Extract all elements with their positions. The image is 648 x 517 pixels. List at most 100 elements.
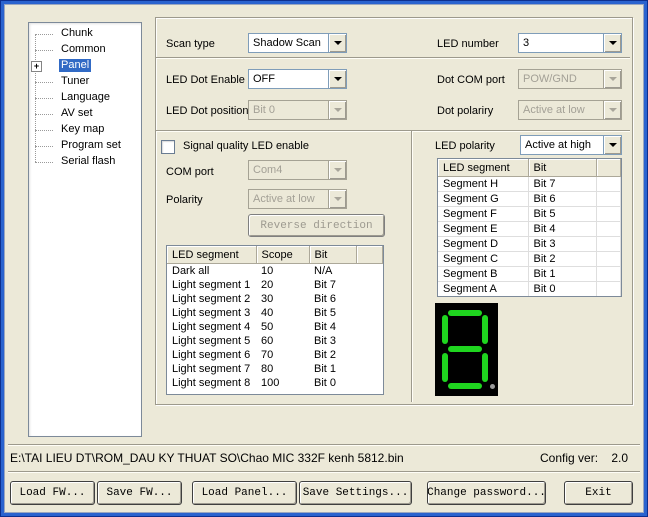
cell-bit: Bit 5 <box>314 307 337 319</box>
column-header: LED segment <box>438 159 529 177</box>
table-row[interactable]: Light segment 2 30 Bit 6 <box>167 292 383 306</box>
led-dot-enable-label: LED Dot Enable <box>166 74 245 86</box>
cell-segment: Dark all <box>172 265 210 277</box>
table-row[interactable]: Dark all 10 N/A <box>167 264 383 279</box>
cell-segment: Light segment 6 <box>172 349 251 361</box>
section-divider <box>411 131 413 402</box>
dot-polarity-label: Dot polariry <box>437 105 494 117</box>
cell-bit: Bit 6 <box>528 191 597 207</box>
cell-scope: 100 <box>261 377 280 389</box>
segment-e <box>442 353 448 382</box>
cell-segment: Segment C <box>438 251 529 267</box>
cell-segment: Segment D <box>438 236 529 252</box>
tree-item-common[interactable]: Common <box>59 43 108 56</box>
tree-connector <box>35 130 53 131</box>
table-row[interactable]: Segment D Bit 3 <box>438 236 621 252</box>
table-header-row: LED segment Bit <box>438 159 621 177</box>
table-row[interactable]: Segment B Bit 1 <box>438 266 621 282</box>
cell-segment: Segment H <box>438 176 529 192</box>
cell-bit: Bit 6 <box>314 293 337 305</box>
dot-com-port-select: POW/GND <box>518 69 622 89</box>
cell-bit: Bit 2 <box>528 251 597 267</box>
table-row[interactable]: Segment H Bit 7 <box>438 176 621 192</box>
save-fw-button[interactable]: Save FW... <box>97 481 182 505</box>
dropdown-arrow-icon[interactable] <box>603 34 621 52</box>
table-row[interactable]: Segment E Bit 4 <box>438 221 621 237</box>
tree-connector <box>35 34 53 35</box>
led-dot-enable-value: OFF <box>253 73 275 85</box>
tree-item-language[interactable]: Language <box>59 91 112 104</box>
tree-item-serial-flash[interactable]: Serial flash <box>59 155 117 168</box>
table-row[interactable]: Segment F Bit 5 <box>438 206 621 222</box>
cell-bit: Bit 1 <box>314 363 337 375</box>
signal-quality-checkbox[interactable] <box>161 140 175 154</box>
led-number-label: LED number <box>437 38 499 50</box>
table-row[interactable]: Segment G Bit 6 <box>438 191 621 207</box>
cell-bit: Bit 4 <box>314 321 337 333</box>
led-number-select[interactable]: 3 <box>518 33 622 53</box>
dropdown-arrow-icon[interactable] <box>328 34 346 52</box>
segment-b <box>482 315 488 344</box>
cell-scope: 70 <box>261 349 274 361</box>
table-row[interactable]: Segment C Bit 2 <box>438 251 621 267</box>
dot-polarity-value: Active at low <box>523 104 585 116</box>
segment-d <box>448 383 482 389</box>
cell-bit: Bit 7 <box>314 279 337 291</box>
section-divider <box>156 57 630 59</box>
cell-scope: 60 <box>261 335 274 347</box>
tree-item-program-set[interactable]: Program set <box>59 139 123 152</box>
firmware-path: E:\TAI LIEU DT\ROM_DAU KY THUAT SO\Chao … <box>10 451 404 465</box>
led-dot-enable-select[interactable]: OFF <box>248 69 347 89</box>
scope-table: LED segment Scope Bit Dark all 10 N/A Ligh… <box>166 245 384 395</box>
table-row[interactable]: Light segment 8 100 Bit 0 <box>167 376 383 390</box>
segment-f <box>442 315 448 344</box>
tree-item-chunk[interactable]: Chunk <box>59 27 95 40</box>
dropdown-arrow-icon[interactable] <box>603 136 621 154</box>
dropdown-arrow-icon <box>328 190 346 208</box>
polarity-value: Active at low <box>253 193 315 205</box>
category-tree: + Chunk Common Panel Tuner Language AV s… <box>28 22 142 437</box>
tree-item-panel[interactable]: Panel <box>59 59 92 72</box>
segment-a <box>448 310 482 316</box>
footer-divider <box>8 444 640 446</box>
cell-bit: Bit 3 <box>314 335 337 347</box>
column-header: LED segment <box>167 246 257 264</box>
led-dot-position-label: LED Dot position <box>166 105 249 117</box>
load-panel-button[interactable]: Load Panel... <box>192 481 297 505</box>
table-row[interactable]: Light segment 7 80 Bit 1 <box>167 362 383 376</box>
scan-type-label: Scan type <box>166 38 215 50</box>
exit-button[interactable]: Exit <box>564 481 633 505</box>
table-row[interactable]: Light segment 6 70 Bit 2 <box>167 348 383 362</box>
tree-item-tuner[interactable]: Tuner <box>59 75 91 88</box>
dropdown-arrow-icon[interactable] <box>328 70 346 88</box>
table-row[interactable]: Light segment 3 40 Bit 5 <box>167 306 383 320</box>
cell-bit: Bit 5 <box>528 206 597 222</box>
table-header-row: LED segment Scope Bit <box>167 246 383 264</box>
segment-c <box>482 353 488 382</box>
led-polarity-select[interactable]: Active at high <box>520 135 622 155</box>
cell-scope: 50 <box>261 321 274 333</box>
table-row[interactable]: Light segment 4 50 Bit 4 <box>167 320 383 334</box>
reverse-direction-button: Reverse direction <box>248 214 385 237</box>
cell-bit: Bit 1 <box>528 266 597 282</box>
config-version-label: Config ver: <box>540 451 599 465</box>
change-password-button[interactable]: Change password... <box>427 481 546 505</box>
cell-segment: Segment F <box>438 206 529 222</box>
cell-bit: Bit 4 <box>528 221 597 237</box>
table-row[interactable]: Light segment 5 60 Bit 3 <box>167 334 383 348</box>
expand-icon[interactable]: + <box>31 61 42 72</box>
tree-item-key-map[interactable]: Key map <box>59 123 106 136</box>
led-polarity-value: Active at high <box>525 139 592 151</box>
cell-segment: Light segment 8 <box>172 377 251 389</box>
seven-segment-display <box>435 303 498 396</box>
polarity-label: Polarity <box>166 194 203 206</box>
table-row[interactable]: Segment A Bit 0 <box>438 281 621 296</box>
load-fw-button[interactable]: Load FW... <box>10 481 95 505</box>
table-row[interactable]: Light segment 1 20 Bit 7 <box>167 278 383 292</box>
save-settings-button[interactable]: Save Settings... <box>299 481 412 505</box>
cell-segment: Light segment 5 <box>172 335 251 347</box>
tree-item-av-set[interactable]: AV set <box>59 107 95 120</box>
led-number-value: 3 <box>523 37 530 49</box>
cell-segment: Light segment 7 <box>172 363 251 375</box>
scan-type-select[interactable]: Shadow Scan <box>248 33 347 53</box>
